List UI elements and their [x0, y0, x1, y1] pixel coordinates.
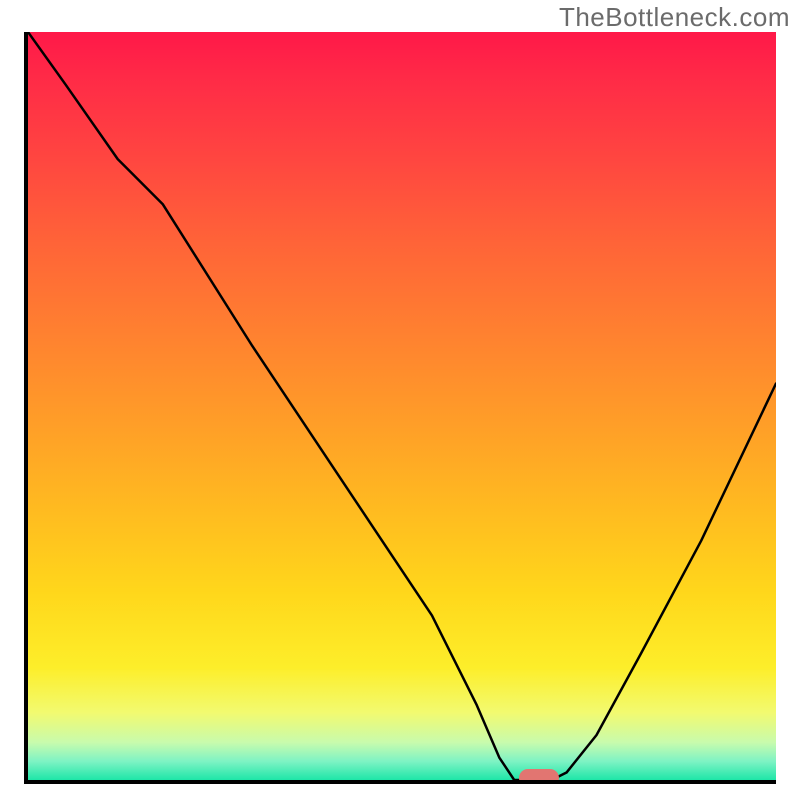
chart-container: TheBottleneck.com [0, 0, 800, 800]
bottleneck-curve [28, 32, 776, 780]
optimal-marker [519, 769, 559, 784]
plot-area [24, 32, 776, 784]
watermark-text: TheBottleneck.com [559, 2, 790, 33]
